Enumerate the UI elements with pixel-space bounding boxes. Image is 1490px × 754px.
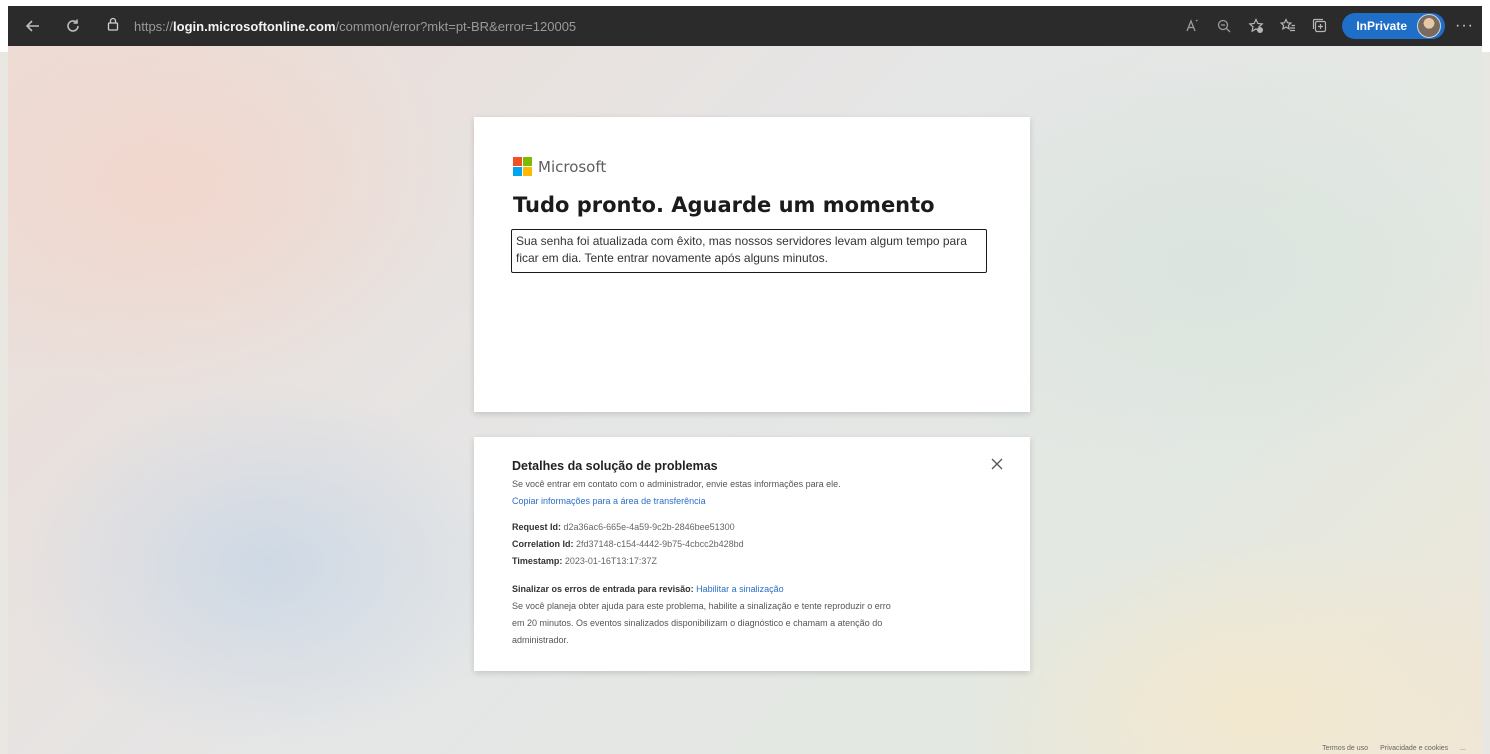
brand-name: Microsoft (538, 157, 607, 176)
collections-icon (1313, 18, 1327, 33)
star-add-icon (1248, 18, 1264, 33)
flag-errors-label: Sinalizar os erros de entrada para revis… (512, 584, 694, 594)
flag-description-line-2: em 20 minutos. Os eventos sinalizados di… (512, 618, 883, 628)
enable-flagging-link[interactable]: Habilitar a sinalização (696, 584, 784, 594)
flag-description-line-1: Se você planeja obter ajuda para este pr… (512, 601, 891, 611)
request-id-label: Request Id: (512, 522, 562, 532)
zoom-button[interactable] (1208, 12, 1240, 40)
address-bar[interactable]: https://login.microsoftonline.com/common… (100, 12, 1100, 40)
avatar (1417, 14, 1442, 38)
refresh-button[interactable] (58, 11, 88, 41)
correlation-id-value: 2fd37148-c154-4442-9b75-4cbcc2b428bd (576, 539, 744, 549)
read-aloud-button[interactable] (1176, 12, 1208, 40)
details-title: Detalhes da solução de problemas (512, 459, 718, 473)
request-id-row: Request Id: d2a36ac6-665e-4a59-9c2b-2846… (512, 522, 735, 532)
correlation-id-label: Correlation Id: (512, 539, 574, 549)
inprivate-label: InPrivate (1356, 19, 1408, 33)
microsoft-logo: Microsoft (513, 157, 606, 176)
terms-of-use-link[interactable]: Termos de uso (1322, 745, 1368, 752)
timestamp-label: Timestamp: (512, 556, 563, 566)
inprivate-badge[interactable]: InPrivate (1342, 13, 1446, 39)
collections-button[interactable] (1304, 12, 1336, 40)
favorites-icon (1280, 18, 1296, 32)
page-footer: Termos de uso Privacidade e cookies ... (1322, 745, 1466, 752)
correlation-id-row: Correlation Id: 2fd37148-c154-4442-9b75-… (512, 539, 744, 549)
favorites-button[interactable] (1272, 12, 1304, 40)
copy-to-clipboard-link[interactable]: Copiar informações para a área de transf… (512, 496, 706, 506)
back-button[interactable] (18, 11, 48, 41)
add-favorite-button[interactable] (1240, 12, 1272, 40)
microsoft-logo-icon (513, 157, 532, 176)
close-details-button[interactable] (990, 457, 1004, 471)
page-title: Tudo pronto. Aguarde um momento (513, 193, 935, 217)
browser-frame: https://login.microsoftonline.com/common… (0, 0, 1490, 52)
more-options-button[interactable]: ··· (1455, 17, 1474, 35)
browser-toolbar: https://login.microsoftonline.com/common… (8, 6, 1482, 46)
request-id-value: d2a36ac6-665e-4a59-9c2b-2846bee51300 (563, 522, 735, 532)
flag-errors-row: Sinalizar os erros de entrada para revis… (512, 584, 784, 594)
flag-description-line-3: administrador. (512, 635, 569, 645)
arrow-left-icon (25, 20, 39, 32)
zoom-icon (1218, 19, 1231, 33)
status-message: Sua senha foi atualizada com êxito, mas … (511, 229, 987, 273)
url-protocol: https:// (134, 18, 174, 34)
footer-more-button[interactable]: ... (1460, 745, 1466, 752)
sign-in-card: Microsoft Tudo pronto. Aguarde um moment… (474, 117, 1030, 412)
lock-icon (106, 17, 124, 35)
timestamp-row: Timestamp: 2023-01-16T13:17:37Z (512, 556, 657, 566)
close-icon (991, 458, 1003, 470)
privacy-cookies-link[interactable]: Privacidade e cookies (1380, 745, 1448, 752)
url-path: /common/error?mkt=pt-BR&error=120005 (335, 18, 577, 34)
timestamp-value: 2023-01-16T13:17:37Z (564, 556, 657, 566)
refresh-icon (67, 19, 79, 32)
details-intro: Se você entrar em contato com o administ… (512, 479, 841, 489)
url-host: login.microsoftonline.com (173, 18, 336, 34)
read-aloud-icon (1186, 19, 1199, 32)
troubleshooting-details-panel: Detalhes da solução de problemas Se você… (474, 437, 1030, 671)
